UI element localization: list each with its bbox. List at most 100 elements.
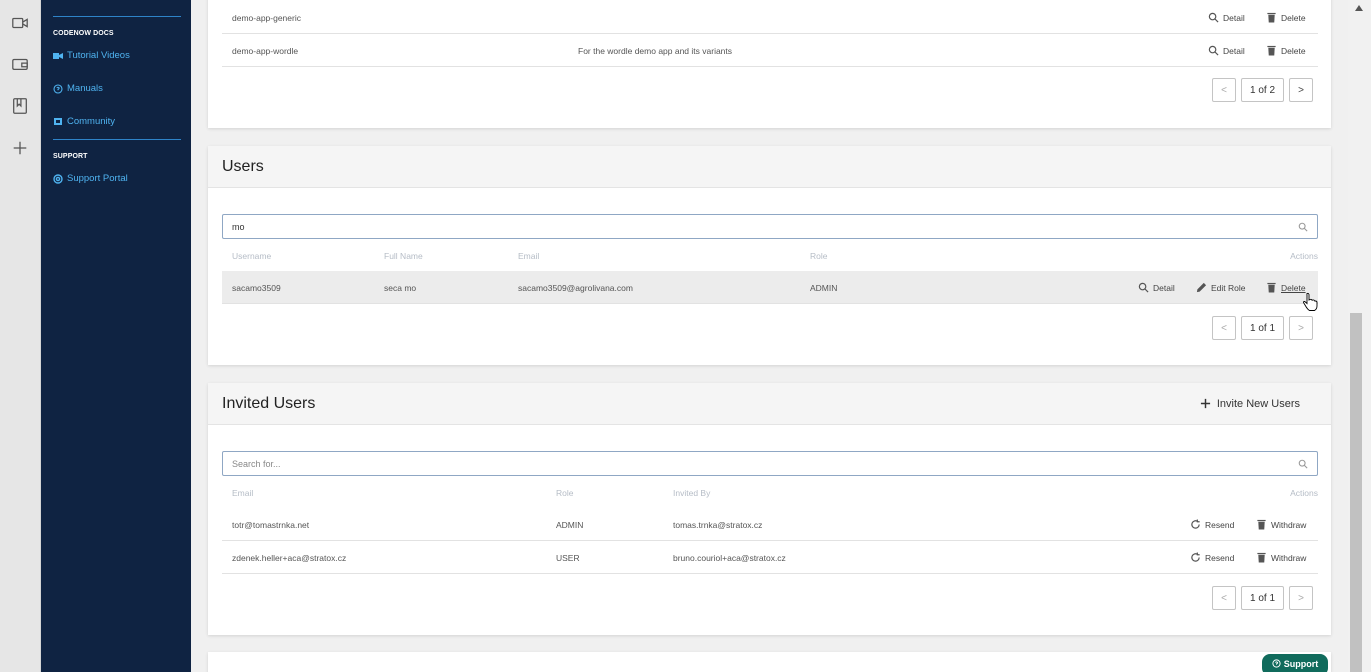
resend-button[interactable]: Resend	[1190, 508, 1234, 541]
plus-icon[interactable]	[10, 138, 30, 158]
cell-email: totr@tomastrnka.net	[232, 520, 310, 530]
zoom-icon	[1208, 12, 1219, 23]
next-page-button[interactable]: >	[1289, 78, 1314, 102]
lifebuoy-icon	[53, 173, 63, 184]
scroll-up-arrow[interactable]	[1355, 5, 1363, 11]
trash-icon	[1267, 12, 1276, 23]
prev-page-button[interactable]: <	[1212, 78, 1236, 102]
resend-button[interactable]: Resend	[1190, 541, 1234, 574]
sidebar-item-label: Tutorial Videos	[67, 50, 130, 61]
app-name: demo-app-wordle	[232, 46, 299, 56]
scrollbar[interactable]	[1348, 0, 1371, 672]
next-page-button[interactable]: >	[1289, 586, 1314, 610]
wallet-icon[interactable]	[10, 54, 30, 74]
table-row: demo-app-generic Detail Delete	[222, 1, 1318, 34]
chat-icon	[53, 117, 63, 127]
app-name: demo-app-generic	[232, 13, 301, 23]
search-placeholder: Search for...	[232, 458, 281, 469]
cell-role: ADMIN	[556, 520, 584, 530]
cell-username: sacamo3509	[232, 283, 281, 293]
hand-cursor-icon	[1303, 292, 1318, 311]
trash-icon	[1257, 552, 1266, 563]
column-email: Email	[232, 488, 254, 498]
refresh-icon	[1191, 552, 1200, 562]
withdraw-button[interactable]: Withdraw	[1256, 508, 1306, 541]
next-page-button[interactable]: >	[1289, 316, 1314, 340]
prev-page-button[interactable]: <	[1212, 316, 1236, 340]
page-count: 1 of 1	[1241, 586, 1285, 610]
trash-icon	[1257, 519, 1266, 530]
help-circle-icon	[1272, 659, 1281, 668]
column-username: Username	[232, 251, 272, 261]
sidebar-item-label: Support Portal	[67, 173, 128, 184]
column-full-name: Full Name	[384, 251, 423, 261]
search-icon	[1298, 222, 1308, 232]
nav-sidebar: CODENOW DOCS Tutorial Videos Manuals Com…	[41, 0, 191, 672]
main-content: demo-app-generic Detail Delete demo-app-…	[191, 0, 1348, 672]
cell-full-name: seca mo	[384, 283, 417, 293]
sidebar-item-support-portal[interactable]: Support Portal	[53, 173, 128, 184]
cell-email: zdenek.heller+aca@stratox.cz	[232, 553, 347, 563]
sidebar-item-label: Manuals	[67, 83, 103, 94]
cell-invited-by: tomas.trnka@stratox.cz	[673, 520, 763, 530]
column-invited-by: Invited By	[673, 488, 711, 498]
support-button[interactable]: Support	[1262, 654, 1328, 672]
video-icon[interactable]	[10, 13, 30, 33]
support-heading: SUPPORT	[53, 153, 88, 160]
help-circle-icon	[53, 83, 63, 94]
search-icon	[1298, 459, 1308, 469]
column-email: Email	[518, 251, 540, 261]
detail-button[interactable]: Detail	[1138, 271, 1175, 304]
video-icon	[53, 51, 63, 61]
detail-button[interactable]: Detail	[1208, 34, 1245, 67]
table-row: demo-app-wordle For the wordle demo app …	[222, 34, 1318, 67]
table-row: zdenek.heller+aca@stratox.cz USER bruno.…	[222, 541, 1318, 574]
table-row: sacamo3509 seca mo sacamo3509@agrolivana…	[222, 271, 1318, 304]
docs-heading: CODENOW DOCS	[53, 30, 114, 37]
cell-invited-by: bruno.couriol+aca@stratox.cz	[673, 553, 786, 563]
zoom-icon	[1208, 45, 1219, 56]
trash-icon	[1267, 282, 1276, 293]
table-row: totr@tomastrnka.net ADMIN tomas.trnka@st…	[222, 508, 1318, 541]
column-role: Role	[810, 251, 828, 261]
edit-role-button[interactable]: Edit Role	[1196, 271, 1246, 304]
trash-icon	[1267, 45, 1276, 56]
sidebar-item-tutorial-videos[interactable]: Tutorial Videos	[53, 50, 130, 61]
users-card: Users mo Username Full Name Email Role A…	[208, 146, 1331, 365]
applications-card: demo-app-generic Detail Delete demo-app-…	[208, 0, 1331, 128]
zoom-icon	[1138, 282, 1149, 293]
book-icon[interactable]	[10, 96, 30, 116]
invited-search-input[interactable]: Search for...	[222, 451, 1318, 476]
pagination: < 1 of 1 >	[1212, 586, 1314, 610]
scroll-thumb[interactable]	[1350, 313, 1362, 672]
app-description: For the wordle demo app and its variants	[578, 46, 733, 56]
cell-role: USER	[556, 553, 580, 563]
column-actions: Actions	[1290, 251, 1318, 261]
detail-button[interactable]: Detail	[1208, 1, 1245, 34]
search-value: mo	[232, 221, 245, 232]
users-title: Users	[222, 157, 264, 175]
sidebar-item-manuals[interactable]: Manuals	[53, 83, 103, 94]
page-count: 1 of 2	[1241, 78, 1285, 102]
cell-role: ADMIN	[810, 283, 838, 293]
page-count: 1 of 1	[1241, 316, 1285, 340]
withdraw-button[interactable]: Withdraw	[1256, 541, 1306, 574]
plus-icon	[1200, 398, 1210, 409]
sidebar-item-community[interactable]: Community	[53, 116, 115, 127]
invited-users-card: Invited Users Invite New Users Search fo…	[208, 383, 1331, 635]
invited-users-title: Invited Users	[222, 394, 316, 412]
users-table-header: Username Full Name Email Role Actions	[222, 247, 1318, 267]
invite-new-users-button[interactable]: Invite New Users	[1200, 398, 1300, 410]
prev-page-button[interactable]: <	[1212, 586, 1236, 610]
delete-button[interactable]: Delete	[1266, 34, 1306, 67]
users-search-input[interactable]: mo	[222, 214, 1318, 239]
column-role: Role	[556, 488, 574, 498]
invited-table-header: Email Role Invited By Actions	[222, 484, 1318, 504]
invited-users-header: Invited Users Invite New Users	[208, 383, 1331, 425]
pencil-icon	[1196, 282, 1207, 293]
refresh-icon	[1191, 519, 1200, 529]
delete-button[interactable]: Delete	[1266, 1, 1306, 34]
delete-button[interactable]: Delete	[1266, 271, 1306, 304]
next-card-edge	[208, 652, 1331, 672]
sidebar-divider	[53, 139, 181, 140]
